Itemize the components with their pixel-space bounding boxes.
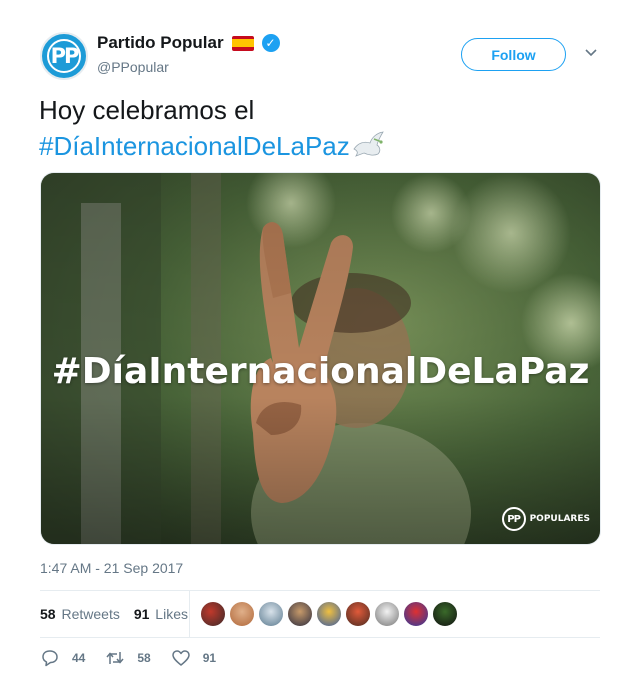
tweet-text-plain: Hoy celebramos el [39, 95, 255, 125]
like-count: 91 [202, 651, 217, 665]
retweet-button[interactable]: 58 [105, 648, 151, 668]
follow-button[interactable]: Follow [461, 38, 566, 71]
retweets-count: 58 [40, 606, 56, 622]
liker-avatar[interactable] [374, 601, 400, 627]
pp-logo-mark: PP [501, 507, 526, 531]
divider-bottom [40, 637, 600, 638]
dove-icon [353, 131, 384, 157]
liker-avatar[interactable] [287, 601, 313, 627]
populares-logo-text: POPULARES [529, 514, 590, 524]
likes-count: 91 [133, 606, 150, 622]
reply-icon [42, 650, 58, 667]
media-overlay-hashtag: #DíaInternacionalDeLaPaz [51, 351, 590, 392]
liker-avatar[interactable] [403, 601, 429, 627]
populares-logo: PP POPULARES [501, 507, 590, 531]
liker-avatars [200, 601, 458, 627]
reply-count: 44 [72, 651, 86, 665]
retweet-icon [106, 652, 124, 664]
tweet-timestamp[interactable]: 1:47 AM - 21 Sep 2017 [40, 560, 183, 576]
author-name-row: Partido Popular ✓ [97, 33, 280, 53]
likes-label: Likes [155, 606, 188, 622]
liker-avatar[interactable] [200, 601, 226, 627]
liker-avatar[interactable] [345, 601, 371, 627]
verified-badge-icon: ✓ [261, 34, 280, 52]
tweet-media-image[interactable]: #DíaInternacionalDeLaPaz PP POPULARES [40, 172, 601, 545]
author-avatar[interactable]: PP [40, 32, 88, 80]
liker-avatar[interactable] [432, 601, 458, 627]
reply-button[interactable]: 44 [40, 648, 85, 668]
retweets-label: Retweets [61, 606, 120, 622]
like-button[interactable]: 91 [171, 648, 216, 668]
spain-flag-icon [231, 35, 254, 51]
retweets-stat[interactable]: 58 Retweets [40, 606, 120, 622]
chevron-down-icon[interactable] [584, 45, 598, 59]
tweet-text: Hoy celebramos el #DíaInternacionalDeLaP… [39, 92, 599, 164]
author-handle[interactable]: @PPopular [97, 59, 169, 75]
likes-stat[interactable]: 91 Likes [134, 606, 188, 622]
tweet-hashtag-link[interactable]: #DíaInternacionalDeLaPaz [39, 131, 350, 161]
liker-avatar[interactable] [316, 601, 342, 627]
tweet-stats: 58 Retweets 91 Likes [40, 591, 600, 637]
heart-icon [171, 650, 190, 666]
liker-avatar[interactable] [229, 601, 255, 627]
liker-avatar[interactable] [258, 601, 284, 627]
retweet-count: 58 [137, 651, 151, 665]
stats-separator [189, 591, 190, 637]
author-display-name[interactable]: Partido Popular [97, 33, 224, 53]
avatar-ring [47, 39, 81, 73]
tweet-actions: 44 58 91 [40, 648, 236, 668]
